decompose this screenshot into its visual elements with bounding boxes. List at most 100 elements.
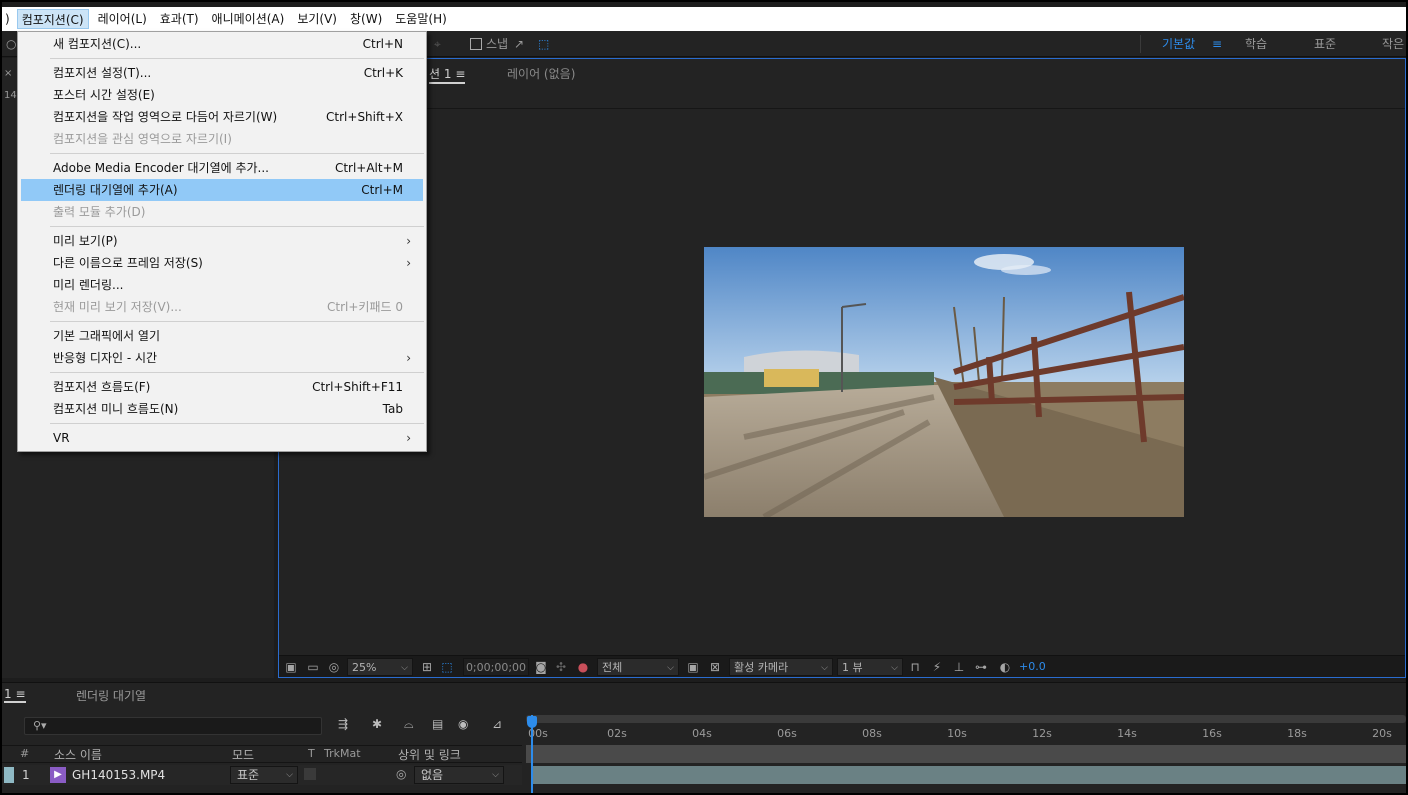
camera-snapshot-icon[interactable]: ◙: [533, 659, 549, 675]
menu-item-save-frame-as[interactable]: 다른 이름으로 프레임 저장(S) ›: [21, 252, 423, 274]
parent-pickwhip-icon[interactable]: ◎: [396, 767, 406, 781]
timeline-panel: 1 ≡ 렌더링 대기열 ⚲▾ ⇶ ✱ ⌓ ▤ ◉ ⊿ 00s 02s 04s 0…: [2, 682, 1406, 793]
chevron-right-icon: ›: [406, 431, 411, 445]
monitor-icon[interactable]: ▭: [305, 659, 321, 675]
column-source-name[interactable]: 소스 이름: [54, 746, 102, 763]
layer-duration-bar[interactable]: [532, 766, 1406, 784]
snap-mode-icon[interactable]: ↗: [514, 31, 524, 57]
chevron-right-icon: ›: [406, 351, 411, 365]
snap-checkbox[interactable]: 스냅: [470, 31, 508, 57]
toggle-pixel-icon[interactable]: ⊓: [907, 659, 923, 675]
fast-preview-icon[interactable]: ▣: [685, 659, 701, 675]
menu-view[interactable]: 보기(V): [293, 9, 341, 29]
menu-help[interactable]: 도움말(H): [391, 9, 451, 29]
resolution-value: 전체: [602, 661, 623, 674]
layer-search-input[interactable]: ⚲▾: [24, 717, 322, 735]
workspace-menu-icon[interactable]: ≡: [1212, 31, 1222, 57]
show-snapshot-icon[interactable]: ✣: [553, 659, 569, 675]
tab-render-queue[interactable]: 렌더링 대기열: [76, 687, 146, 704]
current-time-indicator-handle[interactable]: [527, 716, 537, 728]
column-trkmat: TrkMat: [324, 747, 361, 760]
motion-blur-icon[interactable]: ◉: [458, 717, 468, 731]
timecode-field[interactable]: 0;00;00;00: [463, 658, 529, 676]
graph-editor-icon[interactable]: ⊿: [492, 717, 502, 731]
layer-name[interactable]: GH140153.MP4: [72, 768, 165, 782]
ruler-tick: 10s: [947, 727, 967, 740]
time-ruler[interactable]: 00s 02s 04s 06s 08s 10s 12s 14s 16s 18s …: [526, 715, 1406, 743]
views-dropdown[interactable]: 1 뷰 ⌵: [837, 658, 903, 676]
zoom-dropdown[interactable]: 25% ⌵: [347, 658, 413, 676]
snap-target-icon[interactable]: ⬚: [538, 31, 549, 57]
menu-animation[interactable]: 애니메이션(A): [208, 9, 289, 29]
menu-separator: [50, 321, 424, 322]
menu-item-vr[interactable]: VR ›: [21, 427, 423, 449]
menu-separator: [50, 372, 424, 373]
pin-icon: ⌖: [434, 37, 441, 51]
tab-composition[interactable]: 션 1 ≡: [429, 64, 466, 84]
workspace-small[interactable]: 작은: [1382, 31, 1404, 57]
composition-flowchart-icon[interactable]: ⇶: [338, 717, 348, 731]
column-parent[interactable]: 상위 및 링크: [398, 746, 461, 763]
timeline-icon[interactable]: ⊥: [951, 659, 967, 675]
tab-menu-icon[interactable]: ≡: [455, 67, 465, 81]
draft-3d-icon[interactable]: ⚡: [929, 659, 945, 675]
reset-exposure-icon[interactable]: ◐: [997, 659, 1013, 675]
menu-effect[interactable]: 효과(T): [156, 9, 203, 29]
flowchart-icon[interactable]: ⊶: [973, 659, 989, 675]
exposure-value[interactable]: +0.0: [1019, 658, 1046, 676]
shy-icon[interactable]: ⌓: [404, 717, 414, 732]
menu-item-add-to-render-queue[interactable]: 렌더링 대기열에 추가(A) Ctrl+M: [21, 179, 423, 201]
menu-layer[interactable]: 레이어(L): [94, 9, 151, 29]
always-preview-icon[interactable]: ▣: [283, 659, 299, 675]
layer-columns-header: # 소스 이름 모드 T TrkMat 상위 및 링크: [2, 745, 522, 763]
menu-edit-partial[interactable]: ): [2, 9, 12, 29]
mask-icon[interactable]: ◎: [326, 659, 342, 675]
menu-separator: [50, 423, 424, 424]
table-row[interactable]: 1 ▶ GH140153.MP4 표준 ⌵ ◎ 없음 ⌵: [2, 765, 522, 785]
blend-mode-dropdown[interactable]: 표준 ⌵: [230, 766, 298, 784]
menu-item-composition-mini-flowchart[interactable]: 컴포지션 미니 흐름도(N) Tab: [21, 398, 423, 420]
composition-canvas[interactable]: [279, 109, 1405, 655]
layer-label-color[interactable]: [4, 767, 14, 783]
camera-value: 활성 카메라: [734, 661, 789, 674]
transparency-grid-icon[interactable]: ⊠: [707, 659, 723, 675]
column-mode[interactable]: 모드: [232, 746, 254, 763]
channels-icon[interactable]: ●: [575, 659, 591, 675]
tab-layer[interactable]: 레이어 (없음): [507, 64, 575, 84]
work-area-bar[interactable]: [526, 715, 1406, 723]
menu-item-new-composition[interactable]: 새 컴포지션(C)... Ctrl+N: [21, 33, 423, 55]
resolution-dropdown[interactable]: 전체 ⌵: [597, 658, 679, 676]
menu-item-composition-flowchart[interactable]: 컴포지션 흐름도(F) Ctrl+Shift+F11: [21, 376, 423, 398]
menu-item-preview[interactable]: 미리 보기(P) ›: [21, 230, 423, 252]
menu-item-trim-to-work-area[interactable]: 컴포지션을 작업 영역으로 다듬어 자르기(W) Ctrl+Shift+X: [21, 106, 423, 128]
preserve-transparency-checkbox[interactable]: [304, 768, 316, 780]
region-of-interest-icon[interactable]: ⬚: [439, 659, 455, 675]
project-panel-close-icon[interactable]: ×: [4, 68, 12, 79]
tab-timeline-comp[interactable]: 1 ≡: [4, 687, 26, 703]
workspace-standard[interactable]: 표준: [1314, 31, 1336, 57]
draft-3d-icon[interactable]: ✱: [372, 717, 382, 731]
menu-item-add-to-media-encoder[interactable]: Adobe Media Encoder 대기열에 추가... Ctrl+Alt+M: [21, 157, 423, 179]
menu-item-open-essential-graphics[interactable]: 기본 그래픽에서 열기: [21, 325, 423, 347]
ruler-tick: 12s: [1032, 727, 1052, 740]
chevron-down-icon: ⌵: [401, 663, 408, 673]
menu-item-composition-settings[interactable]: 컴포지션 설정(T)... Ctrl+K: [21, 62, 423, 84]
workspace-learn[interactable]: 학습: [1245, 31, 1267, 57]
ruler-tick: 04s: [692, 727, 712, 740]
search-icon[interactable]: ○: [6, 31, 16, 57]
ruler-tick: 08s: [862, 727, 882, 740]
ruler-tick: 16s: [1202, 727, 1222, 740]
parent-dropdown[interactable]: 없음 ⌵: [414, 766, 504, 784]
menu-item-save-current-preview: 현재 미리 보기 저장(V)... Ctrl+키패드 0: [53, 300, 403, 314]
tab-menu-icon[interactable]: ≡: [15, 687, 25, 701]
frame-blending-icon[interactable]: ▤: [432, 717, 443, 731]
camera-dropdown[interactable]: 활성 카메라 ⌵: [729, 658, 833, 676]
menu-composition[interactable]: 컴포지션(C): [16, 9, 89, 29]
composition-menu-dropdown: 새 컴포지션(C)... Ctrl+N 컴포지션 설정(T)... Ctrl+K 포…: [17, 31, 427, 452]
menu-item-set-poster-time[interactable]: 포스터 시간 설정(E): [21, 84, 423, 106]
fit-icon[interactable]: ⊞: [419, 659, 435, 675]
menu-item-responsive-design-time[interactable]: 반응형 디자인 - 시간 ›: [21, 347, 423, 369]
menu-window[interactable]: 창(W): [346, 9, 386, 29]
workspace-default[interactable]: 기본값: [1162, 31, 1195, 57]
menu-item-pre-render[interactable]: 미리 렌더링...: [21, 274, 423, 296]
